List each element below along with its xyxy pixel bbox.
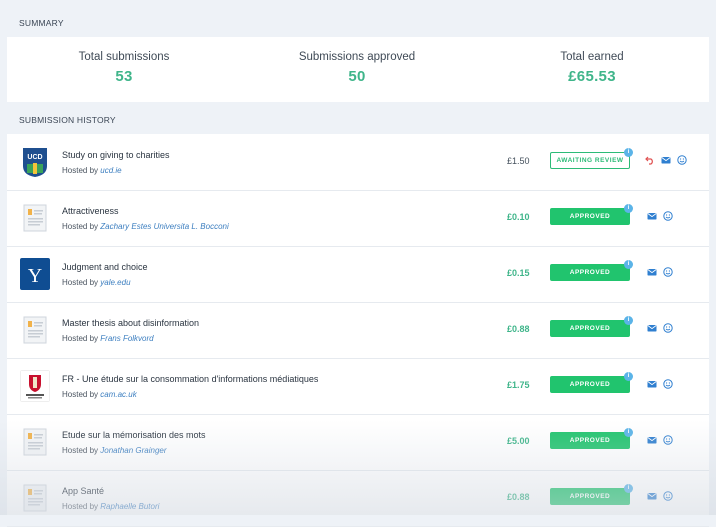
- hosted-by: Hosted by cam.ac.uk: [62, 390, 137, 399]
- host-link[interactable]: yale.edu: [100, 278, 130, 287]
- submission-history-list: UCD Study on giving to charities Hosted by…: [7, 134, 709, 527]
- stat-total-earned: Total earned £65.53: [492, 51, 692, 85]
- hosted-by-prefix: Hosted by: [62, 390, 99, 399]
- info-icon[interactable]: i: [624, 260, 633, 269]
- status-badge: APPROVED: [550, 264, 630, 281]
- status-badge: APPROVED: [550, 488, 630, 505]
- smiley-icon[interactable]: [663, 267, 673, 277]
- envelope-icon[interactable]: [647, 491, 657, 501]
- undo-icon[interactable]: [645, 155, 655, 165]
- submission-row: Y Judgment and choice Hosted by yale.edu £0…: [7, 246, 709, 303]
- stat-label: Total earned: [560, 51, 624, 63]
- submission-row: App Santé Hosted by Raphaelle Butori £0.88…: [7, 470, 709, 527]
- svg-text:UCD: UCD: [27, 154, 42, 161]
- submission-row: Master thesis about disinformation Hosted…: [7, 302, 709, 359]
- smiley-icon[interactable]: [663, 435, 673, 445]
- study-title[interactable]: Study on giving to charities: [62, 150, 170, 160]
- reward-amount: £1.75: [507, 380, 530, 390]
- info-icon[interactable]: i: [624, 148, 633, 157]
- summary-section-label: SUMMARY: [19, 18, 64, 28]
- study-title[interactable]: Master thesis about disinformation: [62, 318, 199, 328]
- host-link[interactable]: Frans Folkvord: [100, 334, 153, 343]
- study-title[interactable]: Attractiveness: [62, 206, 119, 216]
- envelope-icon[interactable]: [647, 435, 657, 445]
- reward-amount: £0.88: [507, 324, 530, 334]
- host-link[interactable]: Raphaelle Butori: [100, 502, 159, 511]
- submission-row: FR - Une étude sur la consommation d'inf…: [7, 358, 709, 415]
- info-icon[interactable]: i: [624, 428, 633, 437]
- smiley-icon[interactable]: [663, 211, 673, 221]
- smiley-icon[interactable]: [663, 379, 673, 389]
- info-icon[interactable]: i: [624, 484, 633, 493]
- info-icon[interactable]: i: [624, 204, 633, 213]
- study-title[interactable]: Etude sur la mémorisation des mots: [62, 430, 206, 440]
- status-badge: APPROVED: [550, 376, 630, 393]
- document-placeholder-icon: [20, 202, 50, 234]
- reward-amount: £0.15: [507, 268, 530, 278]
- hosted-by-prefix: Hosted by: [62, 222, 99, 231]
- stat-value: £65.53: [568, 68, 616, 85]
- submission-history-label: SUBMISSION HISTORY: [19, 115, 116, 125]
- summary-card: Total submissions 53 Submissions approve…: [7, 37, 709, 102]
- envelope-icon[interactable]: [647, 267, 657, 277]
- reward-amount: £0.88: [507, 492, 530, 502]
- stat-submissions-approved: Submissions approved 50: [257, 51, 457, 85]
- envelope-icon[interactable]: [647, 323, 657, 333]
- status-badge: APPROVED: [550, 320, 630, 337]
- status-badge: AWAITING REVIEW: [550, 152, 630, 169]
- stat-label: Total submissions: [78, 51, 170, 63]
- hosted-by-prefix: Hosted by: [62, 334, 99, 343]
- host-link[interactable]: Zachary Estes Universita L. Bocconi: [100, 222, 229, 231]
- hosted-by-prefix: Hosted by: [62, 278, 99, 287]
- study-title[interactable]: App Santé: [62, 486, 104, 496]
- hosted-by-prefix: Hosted by: [62, 166, 99, 175]
- svg-text:Y: Y: [28, 265, 42, 287]
- submission-row: Etude sur la mémorisation des mots Hosted…: [7, 414, 709, 471]
- smiley-icon[interactable]: [677, 155, 687, 165]
- hosted-by: Hosted by ucd.ie: [62, 166, 122, 175]
- reward-amount: £1.50: [507, 156, 530, 166]
- host-link[interactable]: cam.ac.uk: [100, 390, 136, 399]
- envelope-icon[interactable]: [661, 155, 671, 165]
- info-icon[interactable]: i: [624, 316, 633, 325]
- envelope-icon[interactable]: [647, 379, 657, 389]
- stat-value: 53: [115, 68, 133, 85]
- status-badge: APPROVED: [550, 208, 630, 225]
- smiley-icon[interactable]: [663, 491, 673, 501]
- host-link[interactable]: ucd.ie: [100, 166, 121, 175]
- document-placeholder-icon: [20, 426, 50, 458]
- status-badge: APPROVED: [550, 432, 630, 449]
- yale-logo-icon: Y: [20, 258, 50, 290]
- hosted-by: Hosted by yale.edu: [62, 278, 131, 287]
- reward-amount: £5.00: [507, 436, 530, 446]
- submission-row: Attractiveness Hosted by Zachary Estes Un…: [7, 190, 709, 247]
- host-link[interactable]: Jonathan Grainger: [100, 446, 166, 455]
- hosted-by: Hosted by Frans Folkvord: [62, 334, 154, 343]
- reward-amount: £0.10: [507, 212, 530, 222]
- hosted-by: Hosted by Zachary Estes Universita L. Bo…: [62, 222, 229, 231]
- hosted-by: Hosted by Raphaelle Butori: [62, 502, 159, 511]
- hosted-by-prefix: Hosted by: [62, 502, 99, 511]
- info-icon[interactable]: i: [624, 372, 633, 381]
- study-title[interactable]: Judgment and choice: [62, 262, 148, 272]
- cambridge-logo-icon: [20, 370, 50, 402]
- document-placeholder-icon: [20, 482, 50, 514]
- envelope-icon[interactable]: [647, 211, 657, 221]
- document-placeholder-icon: [20, 314, 50, 346]
- smiley-icon[interactable]: [663, 323, 673, 333]
- stat-label: Submissions approved: [298, 51, 416, 63]
- stat-total-submissions: Total submissions 53: [24, 51, 224, 85]
- ucd-logo-icon: UCD: [20, 146, 50, 178]
- stat-value: 50: [348, 68, 366, 85]
- study-title[interactable]: FR - Une étude sur la consommation d'inf…: [62, 374, 318, 384]
- hosted-by-prefix: Hosted by: [62, 446, 99, 455]
- submission-row: UCD Study on giving to charities Hosted by…: [7, 134, 709, 191]
- hosted-by: Hosted by Jonathan Grainger: [62, 446, 167, 455]
